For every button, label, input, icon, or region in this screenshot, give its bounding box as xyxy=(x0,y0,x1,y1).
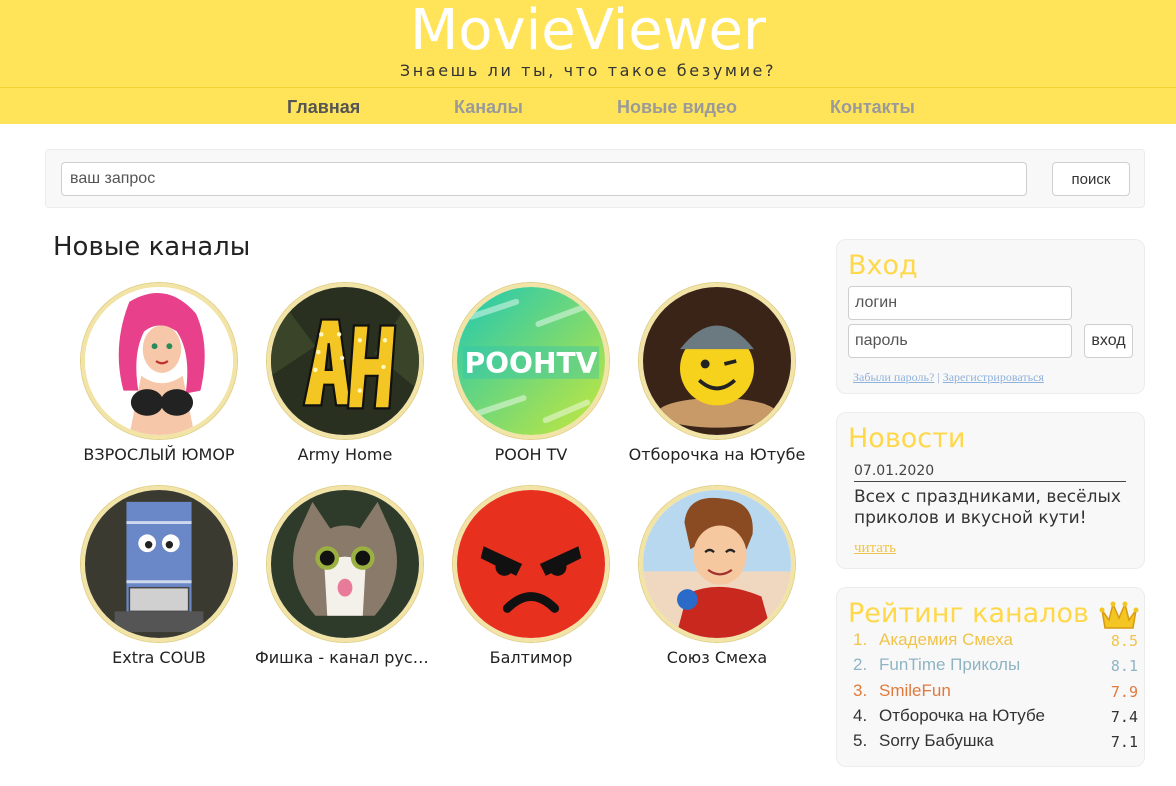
forgot-password-link[interactable]: Забыли пароль? xyxy=(853,370,934,384)
rank-number: 1. xyxy=(853,630,868,649)
site-title[interactable]: MovieViewer xyxy=(0,0,1176,63)
news-panel: Новости 07.01.2020 Всех с праздниками, в… xyxy=(836,412,1145,569)
channel-name[interactable]: Extra COUB xyxy=(69,648,249,667)
anime-girl-avatar[interactable] xyxy=(81,283,237,439)
channel-name[interactable]: Балтимор xyxy=(441,648,621,667)
register-link[interactable]: Зарегистрироваться xyxy=(943,370,1044,384)
rank-score: 8.5 xyxy=(1110,632,1138,650)
nav-item-home[interactable]: Главная xyxy=(287,97,360,118)
rank-channel-name[interactable]: Академия Смеха xyxy=(879,630,1013,650)
news-date: 07.01.2020 xyxy=(854,463,1126,482)
rating-row[interactable]: 2. FunTime Приколы 8.1 xyxy=(853,655,1138,679)
login-panel: Вход вход Забыли пароль? | Зарегистриров… xyxy=(836,239,1145,394)
login-button[interactable]: вход xyxy=(1084,324,1133,358)
site-tagline: Знаешь ли ты, что такое безумие? xyxy=(399,61,777,80)
rank-channel-name[interactable]: SmileFun xyxy=(879,681,951,701)
channel-card[interactable]: ВЗРОСЛЫЙ ЮМОР xyxy=(69,283,249,464)
ah-marquee-letters-avatar[interactable] xyxy=(267,283,423,439)
login-links: Забыли пароль? | Зарегистрироваться xyxy=(853,370,1044,385)
rating-row[interactable]: 5. Sorry Бабушка 7.1 xyxy=(853,731,1138,755)
rank-number: 3. xyxy=(853,681,868,700)
crown-icon xyxy=(1099,601,1139,629)
news-title: Новости xyxy=(848,423,966,454)
channel-card[interactable]: POOHTV POOH TV xyxy=(441,283,621,464)
rank-channel-name[interactable]: FunTime Приколы xyxy=(879,655,1020,675)
main-nav: Главная Каналы Новые видео Контакты xyxy=(0,87,1176,124)
channel-name[interactable]: Отборочка на Ютубе xyxy=(627,445,807,464)
channel-card[interactable]: Фишка - канал русс... xyxy=(255,486,435,667)
login-field[interactable] xyxy=(848,286,1072,320)
nav-item-channels[interactable]: Каналы xyxy=(454,97,523,118)
rating-row[interactable]: 4. Отборочка на Ютубе 7.4 xyxy=(853,706,1138,730)
poohtv-logo-avatar[interactable]: POOHTV xyxy=(453,283,609,439)
channel-name[interactable]: POOH TV xyxy=(441,445,621,464)
link-separator: | xyxy=(937,370,940,384)
nav-item-new-videos[interactable]: Новые видео xyxy=(617,97,737,118)
search-bar: поиск xyxy=(45,149,1145,208)
rating-row[interactable]: 1. Академия Смеха 8.5 xyxy=(853,630,1138,654)
rank-score: 7.1 xyxy=(1110,733,1138,751)
rank-score: 7.4 xyxy=(1110,708,1138,726)
rating-row[interactable]: 3. SmileFun 7.9 xyxy=(853,681,1138,705)
password-field[interactable] xyxy=(848,324,1072,358)
surprised-cat-avatar[interactable] xyxy=(267,486,423,642)
rating-title: Рейтинг каналов xyxy=(848,598,1089,629)
channel-name[interactable]: Фишка - канал русс... xyxy=(255,648,435,667)
channel-name[interactable]: Союз Смеха xyxy=(627,648,807,667)
news-text: Всех с праздниками, весёлых приколов и в… xyxy=(854,487,1121,528)
channel-card[interactable]: Союз Смеха xyxy=(627,486,807,667)
read-more-link[interactable]: читать xyxy=(854,540,896,557)
rank-number: 2. xyxy=(853,655,868,674)
channel-name[interactable]: Army Home xyxy=(255,445,435,464)
rank-number: 5. xyxy=(853,731,868,750)
rank-channel-name[interactable]: Sorry Бабушка xyxy=(879,731,994,751)
search-input[interactable] xyxy=(61,162,1027,196)
svg-text:POOHTV: POOHTV xyxy=(465,347,598,380)
rank-score: 8.1 xyxy=(1110,657,1138,675)
nav-item-contacts[interactable]: Контакты xyxy=(830,97,915,118)
angry-red-face-avatar[interactable] xyxy=(453,486,609,642)
site-header: MovieViewer Знаешь ли ты, что такое безу… xyxy=(0,0,1176,87)
channel-name[interactable]: ВЗРОСЛЫЙ ЮМОР xyxy=(69,445,249,464)
new-channels-title: Новые каналы xyxy=(53,232,251,262)
towelie-avatar[interactable] xyxy=(81,486,237,642)
channel-card[interactable]: Балтимор xyxy=(441,486,621,667)
rank-score: 7.9 xyxy=(1110,683,1138,701)
cartoon-guy-avatar[interactable] xyxy=(639,486,795,642)
channel-card[interactable]: Army Home xyxy=(255,283,435,464)
rank-channel-name[interactable]: Отборочка на Ютубе xyxy=(879,706,1045,726)
rating-panel: Рейтинг каналов 1. Академия Смеха 8.5 2.… xyxy=(836,587,1145,767)
rank-number: 4. xyxy=(853,706,868,725)
search-button[interactable]: поиск xyxy=(1052,162,1130,196)
winking-emoji-avatar[interactable] xyxy=(639,283,795,439)
login-title: Вход xyxy=(848,250,918,281)
channel-card[interactable]: Extra COUB xyxy=(69,486,249,667)
channel-card[interactable]: Отборочка на Ютубе xyxy=(627,283,807,464)
